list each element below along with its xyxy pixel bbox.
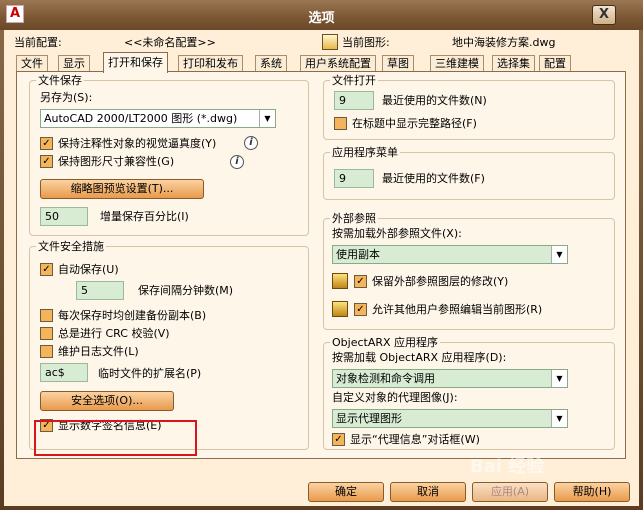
tab-selection[interactable]: 选择集 bbox=[492, 55, 535, 72]
proxy-info-checkbox[interactable]: ✓ bbox=[332, 433, 345, 446]
xref-group: 外部参照 按需加载外部参照文件(X): 使用副本 ▼ ✓ 保留外部参照图层的修改… bbox=[323, 212, 615, 330]
keep-annotative-label: 保持注释性对象的视觉逼真度(Y) bbox=[58, 137, 217, 150]
incremental-save-label: 增量保存百分比(I) bbox=[100, 210, 189, 223]
thumbnail-settings-button[interactable]: 缩略图预览设置(T)... bbox=[40, 179, 204, 199]
keep-drawing-size-checkbox[interactable]: ✓ bbox=[40, 155, 53, 168]
allow-xref-edit-label: 允许其他用户参照编辑当前图形(R) bbox=[372, 303, 543, 316]
file-save-group: 文件保存 另存为(S): AutoCAD 2000/LT2000 图形 (*.d… bbox=[29, 74, 309, 236]
file-open-title: 文件打开 bbox=[330, 74, 378, 87]
temp-extension-label: 临时文件的扩展名(P) bbox=[98, 367, 202, 380]
options-dialog: A 选项 X 当前配置: <<未命名配置>> 当前图形: 地中海装修方案.dwg… bbox=[0, 0, 643, 510]
file-safety-title: 文件安全措施 bbox=[36, 240, 106, 253]
security-options-button[interactable]: 安全选项(O)... bbox=[40, 391, 174, 411]
tab-3d-modeling[interactable]: 三维建模 bbox=[430, 55, 484, 72]
log-file-checkbox[interactable] bbox=[40, 345, 53, 358]
temp-extension-input[interactable]: ac$ bbox=[40, 363, 88, 382]
chevron-down-icon: ▼ bbox=[551, 246, 567, 263]
baidu-watermark: Bai 经验 bbox=[470, 456, 545, 477]
window-title: 选项 bbox=[308, 11, 335, 26]
info-icon[interactable]: i bbox=[244, 136, 258, 150]
title-bar: A 选项 X bbox=[0, 0, 643, 30]
tab-user-preferences[interactable]: 用户系统配置 bbox=[300, 55, 376, 72]
objectarx-title: ObjectARX 应用程序 bbox=[330, 336, 441, 349]
ok-button[interactable]: 确定 bbox=[308, 482, 384, 502]
open-save-panel: 文件保存 另存为(S): AutoCAD 2000/LT2000 图形 (*.d… bbox=[16, 71, 626, 459]
save-as-select[interactable]: AutoCAD 2000/LT2000 图形 (*.dwg) ▼ bbox=[40, 109, 276, 128]
chevron-down-icon: ▼ bbox=[259, 110, 275, 127]
tab-drafting[interactable]: 草图 bbox=[382, 55, 414, 72]
keep-drawing-size-label: 保持图形尺寸兼容性(G) bbox=[58, 155, 175, 168]
autosave-checkbox[interactable]: ✓ bbox=[40, 263, 53, 276]
allow-xref-edit-checkbox[interactable]: ✓ bbox=[354, 303, 367, 316]
autosave-minutes-input[interactable]: 5 bbox=[76, 281, 124, 300]
menu-recent-files-label: 最近使用的文件数(F) bbox=[382, 172, 485, 185]
autosave-label: 自动保存(U) bbox=[58, 263, 119, 276]
app-menu-title: 应用程序菜单 bbox=[330, 146, 400, 159]
xref-demand-select[interactable]: 使用副本 ▼ bbox=[332, 245, 568, 264]
dialog-client: 当前配置: <<未命名配置>> 当前图形: 地中海装修方案.dwg 文件 显示 … bbox=[4, 30, 639, 506]
proxy-images-value: 显示代理图形 bbox=[336, 412, 402, 425]
info-icon[interactable]: i bbox=[230, 155, 244, 169]
proxy-info-label: 显示“代理信息”对话框(W) bbox=[350, 433, 480, 446]
chevron-down-icon: ▼ bbox=[551, 410, 567, 427]
drawing-file-icon bbox=[322, 34, 338, 50]
help-button[interactable]: 帮助(H) bbox=[554, 482, 630, 502]
backup-checkbox[interactable] bbox=[40, 309, 53, 322]
current-profile-value: <<未命名配置>> bbox=[124, 36, 216, 49]
crc-checkbox[interactable] bbox=[40, 327, 53, 340]
xref-edit-icon bbox=[332, 301, 348, 317]
save-as-value: AutoCAD 2000/LT2000 图形 (*.dwg) bbox=[44, 112, 238, 125]
tab-open-save[interactable]: 打开和保存 bbox=[103, 52, 168, 73]
file-open-group: 文件打开 9 最近使用的文件数(N) 在标题中显示完整路径(F) bbox=[323, 74, 615, 140]
full-path-checkbox[interactable] bbox=[334, 117, 347, 130]
objectarx-demand-label: 按需加载 ObjectARX 应用程序(D): bbox=[332, 351, 507, 364]
cancel-button[interactable]: 取消 bbox=[390, 482, 466, 502]
keep-annotative-checkbox[interactable]: ✓ bbox=[40, 137, 53, 150]
proxy-images-label: 自定义对象的代理图像(J): bbox=[332, 391, 458, 404]
menu-recent-files-input[interactable]: 9 bbox=[334, 169, 374, 188]
recent-files-input[interactable]: 9 bbox=[334, 91, 374, 110]
current-drawing-value: 地中海装修方案.dwg bbox=[452, 36, 556, 49]
current-drawing-label: 当前图形: bbox=[342, 36, 390, 49]
tab-files[interactable]: 文件 bbox=[16, 55, 48, 72]
save-as-label: 另存为(S): bbox=[40, 91, 93, 104]
proxy-images-select[interactable]: 显示代理图形 ▼ bbox=[332, 409, 568, 428]
app-menu-group: 应用程序菜单 9 最近使用的文件数(F) bbox=[323, 146, 615, 200]
autosave-minutes-label: 保存间隔分钟数(M) bbox=[138, 284, 234, 297]
file-save-title: 文件保存 bbox=[36, 74, 84, 87]
retain-xref-changes-checkbox[interactable]: ✓ bbox=[354, 275, 367, 288]
objectarx-demand-value: 对象检测和命令调用 bbox=[336, 372, 435, 385]
tab-profiles[interactable]: 配置 bbox=[539, 55, 571, 72]
current-profile-label: 当前配置: bbox=[14, 36, 62, 49]
xref-title: 外部参照 bbox=[330, 212, 378, 225]
apply-button[interactable]: 应用(A) bbox=[472, 482, 548, 502]
objectarx-demand-select[interactable]: 对象检测和命令调用 ▼ bbox=[332, 369, 568, 388]
backup-label: 每次保存时均创建备份副本(B) bbox=[58, 309, 207, 322]
tab-plot-publish[interactable]: 打印和发布 bbox=[178, 55, 243, 72]
log-file-label: 维护日志文件(L) bbox=[58, 345, 139, 358]
xref-layer-icon bbox=[332, 273, 348, 289]
tab-display[interactable]: 显示 bbox=[58, 55, 90, 72]
xref-demand-value: 使用副本 bbox=[336, 248, 380, 261]
full-path-label: 在标题中显示完整路径(F) bbox=[352, 117, 477, 130]
crc-label: 总是进行 CRC 校验(V) bbox=[58, 327, 170, 340]
tab-system[interactable]: 系统 bbox=[255, 55, 287, 72]
xref-demand-label: 按需加载外部参照文件(X): bbox=[332, 227, 462, 240]
retain-xref-changes-label: 保留外部参照图层的修改(Y) bbox=[372, 275, 509, 288]
chevron-down-icon: ▼ bbox=[551, 370, 567, 387]
objectarx-group: ObjectARX 应用程序 按需加载 ObjectARX 应用程序(D): 对… bbox=[323, 336, 615, 450]
recent-files-label: 最近使用的文件数(N) bbox=[382, 94, 487, 107]
close-button[interactable]: X bbox=[592, 5, 616, 25]
incremental-save-input[interactable]: 50 bbox=[40, 207, 88, 226]
annotation-highlight-box bbox=[34, 420, 197, 456]
